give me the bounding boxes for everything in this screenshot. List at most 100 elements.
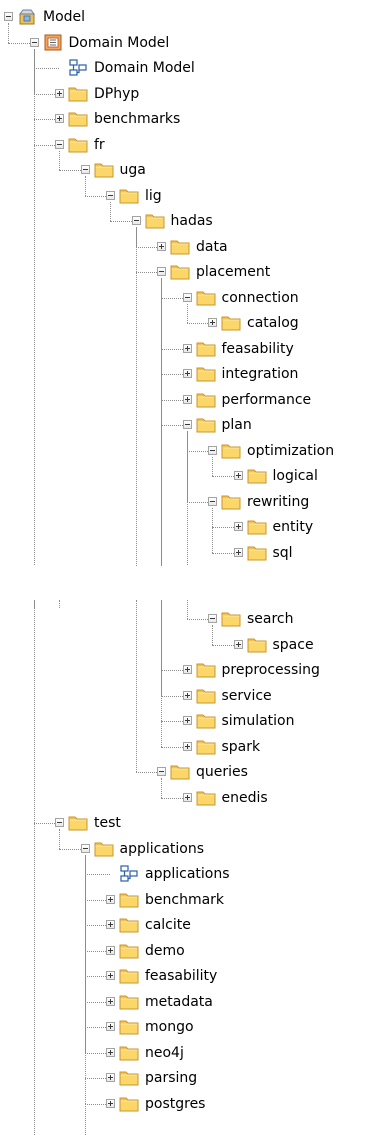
tree-item-hadas[interactable]: hadas <box>0 208 379 234</box>
expand-icon[interactable] <box>55 88 64 98</box>
tree-item-label: enedis <box>221 789 268 806</box>
tree-item-entity[interactable]: entity <box>0 514 379 540</box>
tree-item-label: benchmark <box>145 891 225 908</box>
expand-icon[interactable] <box>55 114 64 123</box>
tree-item-catalog[interactable]: catalog <box>0 310 379 336</box>
tree-item-plan[interactable]: plan <box>0 412 379 438</box>
expand-icon[interactable] <box>106 1047 115 1057</box>
expand-icon[interactable] <box>106 971 115 980</box>
diagram-icon <box>119 865 139 882</box>
tree-item-mongo[interactable]: mongo <box>0 1014 379 1040</box>
collapse-icon[interactable] <box>106 190 115 200</box>
expand-icon[interactable] <box>233 547 243 557</box>
expand-icon[interactable] <box>106 996 115 1006</box>
expand-icon[interactable] <box>182 716 192 725</box>
tree-item-queries[interactable]: queries <box>0 759 379 785</box>
tree-item-search[interactable]: search <box>0 606 379 632</box>
collapse-icon[interactable] <box>29 37 39 47</box>
tree-item-performance[interactable]: performance <box>0 387 379 413</box>
tree-item-applications[interactable]: applications <box>0 861 379 887</box>
tree-item-postgres[interactable]: postgres <box>0 1091 379 1117</box>
tree-item-neo4j[interactable]: neo4j <box>0 1040 379 1066</box>
tree-item-metadata[interactable]: metadata <box>0 989 379 1015</box>
tree-item-optimization[interactable]: optimization <box>0 438 379 464</box>
tree-item-connection[interactable]: connection <box>0 285 379 311</box>
collapse-icon[interactable] <box>208 496 217 506</box>
tree-item-data[interactable]: data <box>0 234 379 260</box>
tree-item-test[interactable]: test <box>0 810 379 836</box>
expand-icon[interactable] <box>182 369 192 378</box>
tree-item-integration[interactable]: integration <box>0 361 379 387</box>
expand-icon[interactable] <box>157 241 166 251</box>
tree-item-preprocessing[interactable]: preprocessing <box>0 657 379 683</box>
expand-icon[interactable] <box>106 894 115 904</box>
collapse-icon[interactable] <box>80 843 90 853</box>
tree-item-sql[interactable]: sql <box>0 540 379 566</box>
expand-icon[interactable] <box>182 690 192 700</box>
collapse-icon[interactable] <box>208 445 217 455</box>
folder-icon <box>119 916 139 933</box>
collapse-icon[interactable] <box>4 12 13 21</box>
tree-item-rewriting[interactable]: rewriting <box>0 489 379 515</box>
tree-item-domain-model[interactable]: Domain Model <box>0 30 379 56</box>
collapse-icon[interactable] <box>80 165 90 174</box>
tree-item-benchmark[interactable]: benchmark <box>0 887 379 913</box>
tree-item-demo[interactable]: demo <box>0 938 379 964</box>
expand-icon[interactable] <box>182 394 192 404</box>
tree-item-placement[interactable]: placement <box>0 259 379 285</box>
expand-icon[interactable] <box>106 1022 115 1031</box>
expand-icon[interactable] <box>182 343 192 353</box>
tree-item-lig[interactable]: lig <box>0 183 379 209</box>
expand-icon[interactable] <box>233 522 243 531</box>
collapse-icon[interactable] <box>55 139 64 149</box>
tree-item-label: demo <box>145 942 185 959</box>
tree-item-feasability[interactable]: feasability <box>0 336 379 362</box>
collapse-icon[interactable] <box>55 818 64 827</box>
tree-item-enedis[interactable]: enedis <box>0 785 379 811</box>
tree-item-spark[interactable]: spark <box>0 734 379 760</box>
expand-icon[interactable] <box>106 1098 115 1108</box>
collapse-icon[interactable] <box>157 767 166 776</box>
collapse-icon[interactable] <box>182 420 192 429</box>
tree-item-label: space <box>272 636 314 653</box>
collapse-icon[interactable] <box>131 216 141 225</box>
tree-item-dphyp[interactable]: DPhyp <box>0 81 379 107</box>
tree-item-label: plan <box>221 417 252 433</box>
expand-icon[interactable] <box>233 471 243 480</box>
tree-item-logical[interactable]: logical <box>0 463 379 489</box>
tree-item-label: Domain Model <box>68 34 170 51</box>
expand-icon[interactable] <box>182 741 192 751</box>
tree-item-space[interactable]: space <box>0 632 379 658</box>
view-list-icon <box>43 34 63 51</box>
tree-item-applications[interactable]: applications <box>0 836 379 862</box>
folder-icon <box>196 687 216 704</box>
folder-icon <box>119 942 139 959</box>
tree-item-parsing[interactable]: parsing <box>0 1065 379 1091</box>
tree-item-calcite[interactable]: calcite <box>0 912 379 938</box>
tree-item-service[interactable]: service <box>0 683 379 709</box>
tree-item-fr[interactable]: fr <box>0 132 379 158</box>
expand-icon[interactable] <box>106 920 115 929</box>
expand-icon[interactable] <box>182 665 192 674</box>
tree-item-simulation[interactable]: simulation <box>0 708 379 734</box>
expand-icon[interactable] <box>233 639 243 649</box>
tree-item-uga[interactable]: uga <box>0 157 379 183</box>
folder-icon <box>221 493 241 510</box>
expand-icon[interactable] <box>208 318 217 327</box>
tree-item-label: applications <box>119 840 205 857</box>
tree-connector-line <box>59 600 60 608</box>
tree-item-domain-model[interactable]: Domain Model <box>0 55 379 81</box>
collapse-icon[interactable] <box>157 267 166 276</box>
collapse-icon[interactable] <box>208 614 217 623</box>
expand-icon[interactable] <box>182 792 192 802</box>
tree-item-feasability[interactable]: feasability <box>0 963 379 989</box>
tree-item-label: integration <box>221 366 299 382</box>
collapse-icon[interactable] <box>182 292 192 302</box>
expand-icon[interactable] <box>106 945 115 955</box>
folder-icon <box>247 518 267 535</box>
expand-icon[interactable] <box>106 1073 115 1082</box>
tree-item-model[interactable]: Model <box>0 4 379 30</box>
folder-icon <box>94 161 114 178</box>
folder-icon <box>68 814 88 831</box>
tree-item-benchmarks[interactable]: benchmarks <box>0 106 379 132</box>
